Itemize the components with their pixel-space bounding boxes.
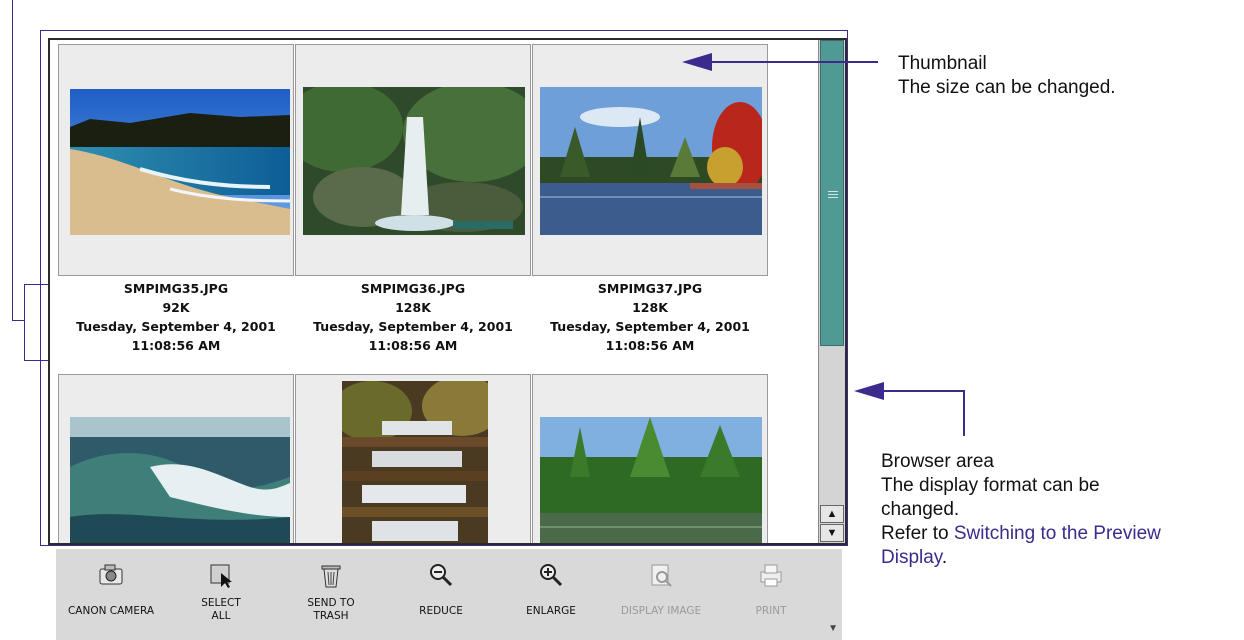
preview-display-link[interactable]: Switching to the Preview: [954, 523, 1161, 544]
scroll-thumb[interactable]: [820, 40, 844, 346]
thumbnail-image-waterfall[interactable]: [303, 87, 525, 235]
reduce-button[interactable]: REDUCE: [386, 549, 496, 640]
thumbnail-cell[interactable]: [295, 44, 531, 276]
browser-annotation-title: Browser area: [881, 451, 994, 472]
thumbnail-filename: SMPIMG35.JPG: [123, 281, 229, 296]
display-image-button[interactable]: DISPLAY IMAGE: [606, 549, 716, 640]
browser-annotation-desc: The display format can be: [881, 475, 1100, 496]
refer-suffix: .: [941, 547, 948, 568]
thumbnail-date: Tuesday, September 4, 2001: [76, 319, 276, 334]
tool-label: REDUCE: [419, 605, 463, 617]
thumbnail-callout-line: [708, 61, 878, 63]
thumbnail-cell[interactable]: [532, 44, 768, 276]
toolbar: CANON CAMERA SELECT ALL SEND TO TRASH RE…: [56, 549, 842, 640]
left-callout-line: [12, 320, 24, 321]
thumbnail-info: SMPIMG36.JPG 128K Tuesday, September 4, …: [295, 279, 531, 355]
thumbnail-filesize: 92K: [162, 300, 190, 315]
thumbnail-info: SMPIMG37.JPG 128K Tuesday, September 4, …: [532, 279, 768, 355]
zoom-out-icon: [430, 564, 453, 587]
send-to-trash-button[interactable]: SEND TO TRASH: [276, 549, 386, 640]
thumbnail-filename: SMPIMG36.JPG: [360, 281, 466, 296]
thumbnail-image-lake[interactable]: [540, 87, 762, 235]
vertical-scrollbar[interactable]: ▲ ▼: [818, 40, 845, 543]
thumbnail-date: Tuesday, September 4, 2001: [313, 319, 513, 334]
thumbnail-time: 11:08:56 AM: [131, 338, 221, 353]
enlarge-button[interactable]: ENLARGE: [496, 549, 606, 640]
canon-camera-button[interactable]: CANON CAMERA: [56, 549, 166, 640]
thumbnail-cell[interactable]: [58, 374, 294, 543]
camera-icon: [99, 564, 123, 585]
thumbnail-date: Tuesday, September 4, 2001: [550, 319, 750, 334]
left-callout-line: [12, 0, 13, 320]
trash-icon: [321, 565, 341, 588]
thumbnail-filesize: 128K: [632, 300, 668, 315]
browser-annotation-desc: changed.: [881, 499, 960, 520]
tool-label: DISPLAY IMAGE: [620, 605, 702, 617]
thumbnail-info: SMPIMG35.JPG 92K Tuesday, September 4, 2…: [58, 279, 294, 355]
refer-line: Display.: [881, 546, 1161, 570]
tool-label: SELECT ALL: [201, 597, 241, 622]
info-bracket-line: [24, 284, 25, 360]
thumbnail-annotation-desc: The size can be changed.: [898, 77, 1116, 98]
browser-area[interactable]: SMPIMG35.JPG 92K Tuesday, September 4, 2…: [48, 38, 847, 545]
browser-callout-line: [878, 390, 964, 392]
thumbnail-time: 11:08:56 AM: [605, 338, 695, 353]
thumbnail-annotation-title: Thumbnail: [898, 53, 987, 74]
refer-prefix: Refer to: [881, 523, 954, 544]
thumbnail-cell[interactable]: [295, 374, 531, 543]
preview-display-link[interactable]: Display: [881, 547, 942, 568]
down-arrow-icon: ▼: [826, 527, 838, 539]
thumbnail-image-wave[interactable]: [70, 417, 290, 543]
arrow-left-icon: [854, 382, 884, 400]
arrow-left-icon: [682, 53, 712, 71]
magnify-document-icon: [651, 564, 672, 587]
print-button[interactable]: PRINT: [716, 549, 826, 640]
thumbnail-filesize: 128K: [395, 300, 431, 315]
thumbnail-cell[interactable]: [532, 374, 768, 543]
tool-label: ENLARGE: [526, 605, 576, 617]
tool-label: PRINT: [755, 605, 787, 617]
select-all-button[interactable]: SELECT ALL: [166, 549, 276, 640]
chevron-down-icon[interactable]: ▼: [828, 623, 838, 634]
printer-icon: [760, 564, 782, 587]
tool-label: CANON CAMERA: [67, 605, 155, 617]
thumbnail-annotation: Thumbnail The size can be changed.: [898, 52, 1116, 100]
thumbnail-cell[interactable]: [58, 44, 294, 276]
scroll-up-button[interactable]: ▲: [820, 505, 844, 523]
thumbnail-image-palms[interactable]: [540, 417, 762, 543]
scroll-down-button[interactable]: ▼: [820, 524, 844, 542]
browser-callout-line: [963, 390, 965, 436]
browser-annotation: Browser area The display format can be c…: [881, 450, 1161, 570]
zoom-in-icon: [540, 564, 563, 587]
tool-label: SEND TO TRASH: [307, 597, 355, 622]
thumbnail-time: 11:08:56 AM: [368, 338, 458, 353]
thumbnail-image-beach[interactable]: [70, 89, 290, 235]
thumbnail-filename: SMPIMG37.JPG: [597, 281, 703, 296]
up-arrow-icon: ▲: [826, 508, 838, 520]
refer-line: Refer to Switching to the Preview: [881, 522, 1161, 546]
thumbnail-image-cascade[interactable]: [342, 381, 488, 543]
cursor-icon: [210, 564, 232, 588]
